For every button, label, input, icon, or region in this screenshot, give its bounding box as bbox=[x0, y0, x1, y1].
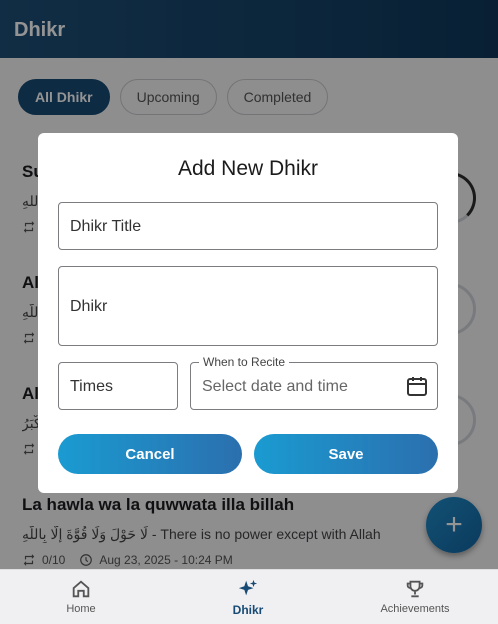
calendar-icon[interactable] bbox=[405, 374, 429, 398]
trophy-icon bbox=[406, 580, 424, 598]
save-button[interactable]: Save bbox=[254, 434, 438, 474]
dhikr-textarea[interactable]: Dhikr bbox=[58, 266, 438, 346]
nav-dhikr-label: Dhikr bbox=[232, 603, 264, 617]
dhikr-title-label: Dhikr Title bbox=[70, 218, 142, 235]
nav-achievements[interactable]: Achievements bbox=[355, 578, 475, 615]
dhikr-label: Dhikr bbox=[70, 298, 108, 315]
bottom-nav: Home Dhikr Achievements bbox=[0, 569, 498, 624]
when-to-recite-label: When to Recite bbox=[199, 355, 290, 369]
sparkle-icon bbox=[238, 579, 258, 596]
nav-home[interactable]: Home bbox=[21, 578, 141, 615]
home-icon bbox=[72, 580, 90, 598]
add-dhikr-dialog: Add New Dhikr Dhikr Title Dhikr Times Wh… bbox=[38, 133, 458, 493]
nav-achievements-label: Achievements bbox=[380, 603, 450, 615]
times-input[interactable]: Times bbox=[58, 362, 178, 410]
when-to-recite-placeholder: Select date and time bbox=[202, 378, 348, 395]
times-label: Times bbox=[70, 378, 113, 395]
nav-dhikr[interactable]: Dhikr bbox=[188, 578, 308, 617]
nav-home-label: Home bbox=[66, 603, 96, 615]
when-to-recite-input[interactable]: When to Recite Select date and time bbox=[190, 355, 438, 410]
dhikr-title-input[interactable]: Dhikr Title bbox=[58, 202, 438, 250]
dialog-title: Add New Dhikr bbox=[177, 157, 319, 180]
cancel-button[interactable]: Cancel bbox=[58, 434, 242, 474]
